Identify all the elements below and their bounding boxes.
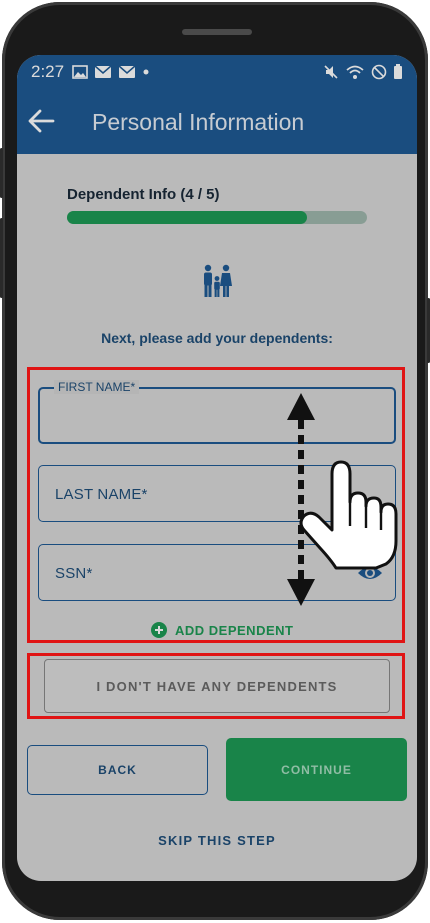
ssn-field[interactable]: SSN* <box>38 544 396 601</box>
progress-bar-fill <box>67 211 307 224</box>
last-name-field[interactable]: LAST NAME* <box>38 465 396 522</box>
add-dependent-button[interactable]: ADD DEPENDENT <box>151 622 293 638</box>
last-name-label: LAST NAME* <box>55 486 148 503</box>
back-button[interactable]: BACK <box>27 745 208 795</box>
first-name-label: FIRST NAME* <box>54 380 140 394</box>
screen: 2:27 Personal Information Dependent Info… <box>17 55 417 881</box>
instruction-text: Next, please add your dependents: <box>101 330 333 346</box>
ssn-label: SSN* <box>55 565 93 582</box>
image-icon <box>72 65 88 79</box>
family-icon <box>204 264 232 297</box>
page-title: Personal Information <box>92 109 305 135</box>
wifi-icon <box>346 65 364 79</box>
first-name-field[interactable]: FIRST NAME* <box>38 380 396 444</box>
add-dependent-label: ADD DEPENDENT <box>175 622 294 638</box>
continue-button[interactable]: CONTINUE <box>226 738 407 801</box>
message-icon <box>94 65 112 78</box>
volume-down-button <box>0 218 3 298</box>
volume-up-button <box>0 148 3 198</box>
eye-icon[interactable] <box>357 563 383 583</box>
phone-frame: 2:27 Personal Information Dependent Info… <box>2 2 428 920</box>
battery-icon <box>394 64 402 79</box>
message-icon <box>118 65 136 78</box>
earpiece <box>182 29 252 35</box>
progress-label: Dependent Info (4 / 5) <box>67 186 220 203</box>
do-not-disturb-icon <box>371 64 387 80</box>
status-bar: 2:27 <box>17 55 417 89</box>
dot-icon <box>143 69 149 75</box>
app-bar: Personal Information <box>17 89 417 154</box>
mute-icon <box>324 65 338 79</box>
skip-step-link[interactable]: SKIP THIS STEP <box>17 833 417 848</box>
status-time: 2:27 <box>31 62 65 81</box>
no-dependents-button[interactable]: I DON'T HAVE ANY DEPENDENTS <box>44 659 390 713</box>
progress-bar <box>67 211 367 224</box>
plus-circle-icon <box>151 622 167 638</box>
arrow-left-icon[interactable] <box>27 107 55 135</box>
